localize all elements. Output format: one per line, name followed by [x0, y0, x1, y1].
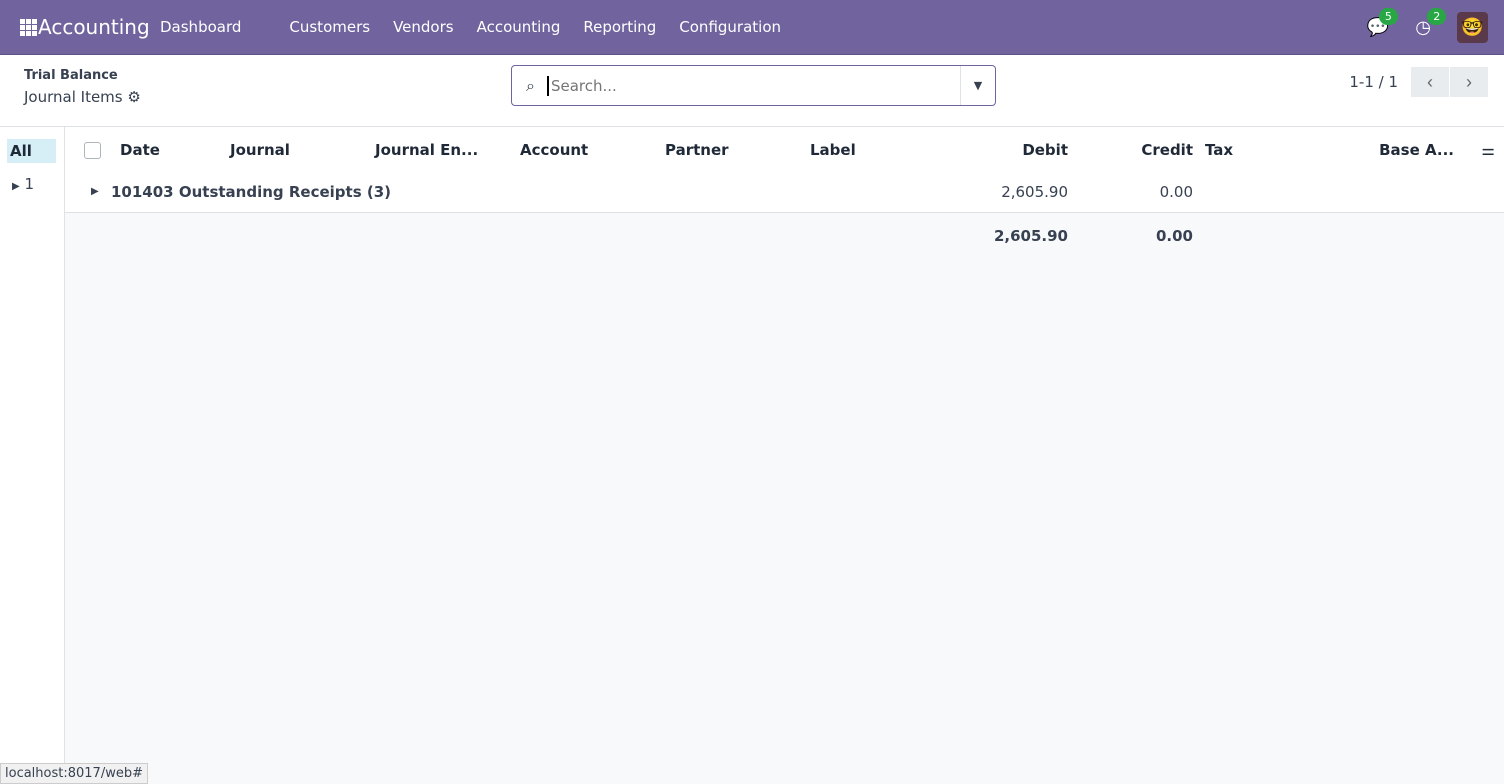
breadcrumb-current: Journal Items ⚙	[24, 88, 141, 106]
col-debit[interactable]: Debit	[1022, 141, 1068, 159]
total-credit: 0.00	[1155, 227, 1193, 245]
menu-accounting[interactable]: Accounting	[477, 18, 561, 36]
activities-button[interactable]: ◷ 2	[1415, 7, 1447, 38]
pager-value[interactable]: 1-1 / 1	[1349, 73, 1398, 91]
total-debit: 2,605.90	[993, 227, 1068, 245]
col-journal[interactable]: Journal	[230, 141, 290, 159]
col-account[interactable]: Account	[520, 141, 588, 159]
col-journal-entry[interactable]: Journal En...	[375, 141, 478, 159]
gear-icon[interactable]: ⚙	[127, 88, 140, 106]
table-header: Date Journal Journal En... Account Partn…	[65, 127, 1504, 173]
col-date[interactable]: Date	[120, 141, 160, 159]
search-bar: ⌕ ▼	[511, 65, 996, 106]
select-all-checkbox[interactable]	[84, 142, 101, 159]
col-tax[interactable]: Tax	[1205, 141, 1233, 159]
filter-item[interactable]: ▶ 1	[12, 175, 64, 193]
totals-row: 2,605.90 0.00	[65, 213, 1504, 259]
menu-vendors[interactable]: Vendors	[393, 18, 454, 36]
caret-down-icon: ▼	[973, 79, 983, 92]
messages-badge: 5	[1378, 7, 1398, 25]
group-row[interactable]: ▶ 101403 Outstanding Receipts (3) 2,605.…	[65, 173, 1504, 213]
group-credit: 0.00	[1159, 183, 1193, 201]
user-avatar[interactable]: 🤓	[1457, 11, 1488, 43]
control-panel: Trial Balance Journal Items ⚙ ⌕ ▼ 1-1 / …	[0, 55, 1504, 127]
app-menu[interactable]: Accounting	[20, 15, 160, 39]
top-navbar: Accounting Dashboard Customers Vendors A…	[0, 0, 1504, 55]
group-label: 101403 Outstanding Receipts (3)	[111, 183, 391, 201]
menu-reporting[interactable]: Reporting	[583, 18, 656, 36]
filter-item-label: 1	[24, 175, 35, 193]
status-url: localhost:8017/web#	[0, 763, 148, 784]
caret-right-icon: ▶	[91, 186, 99, 197]
search-panel: All ▶ 1	[0, 127, 65, 784]
menu-configuration[interactable]: Configuration	[679, 18, 781, 36]
search-options-toggle[interactable]: ▼	[960, 66, 995, 105]
col-credit[interactable]: Credit	[1141, 141, 1193, 159]
optional-columns-icon[interactable]: ⚌	[1482, 141, 1495, 159]
col-partner[interactable]: Partner	[665, 141, 729, 159]
pager: 1-1 / 1 ‹ ›	[1349, 67, 1488, 97]
breadcrumb-trial-balance[interactable]: Trial Balance	[24, 68, 118, 83]
search-icon: ⌕	[526, 75, 535, 95]
apps-grid-icon	[20, 18, 37, 36]
pager-previous[interactable]: ‹	[1411, 67, 1449, 97]
group-debit: 2,605.90	[1001, 183, 1068, 201]
pager-next[interactable]: ›	[1450, 67, 1488, 97]
menu-dashboard[interactable]: Dashboard	[160, 18, 241, 36]
search-input[interactable]	[546, 75, 960, 96]
app-name: Accounting	[38, 15, 150, 39]
filter-all[interactable]: All	[7, 139, 56, 163]
list-view: Date Journal Journal En... Account Partn…	[65, 127, 1504, 784]
page-title: Journal Items	[24, 88, 123, 106]
menu-customers[interactable]: Customers	[289, 18, 370, 36]
activities-badge: 2	[1427, 7, 1447, 25]
messages-button[interactable]: 💬 5	[1367, 7, 1398, 38]
col-base-amount[interactable]: Base A...	[1379, 141, 1454, 159]
caret-right-icon: ▶	[12, 181, 20, 192]
col-label[interactable]: Label	[810, 141, 856, 159]
